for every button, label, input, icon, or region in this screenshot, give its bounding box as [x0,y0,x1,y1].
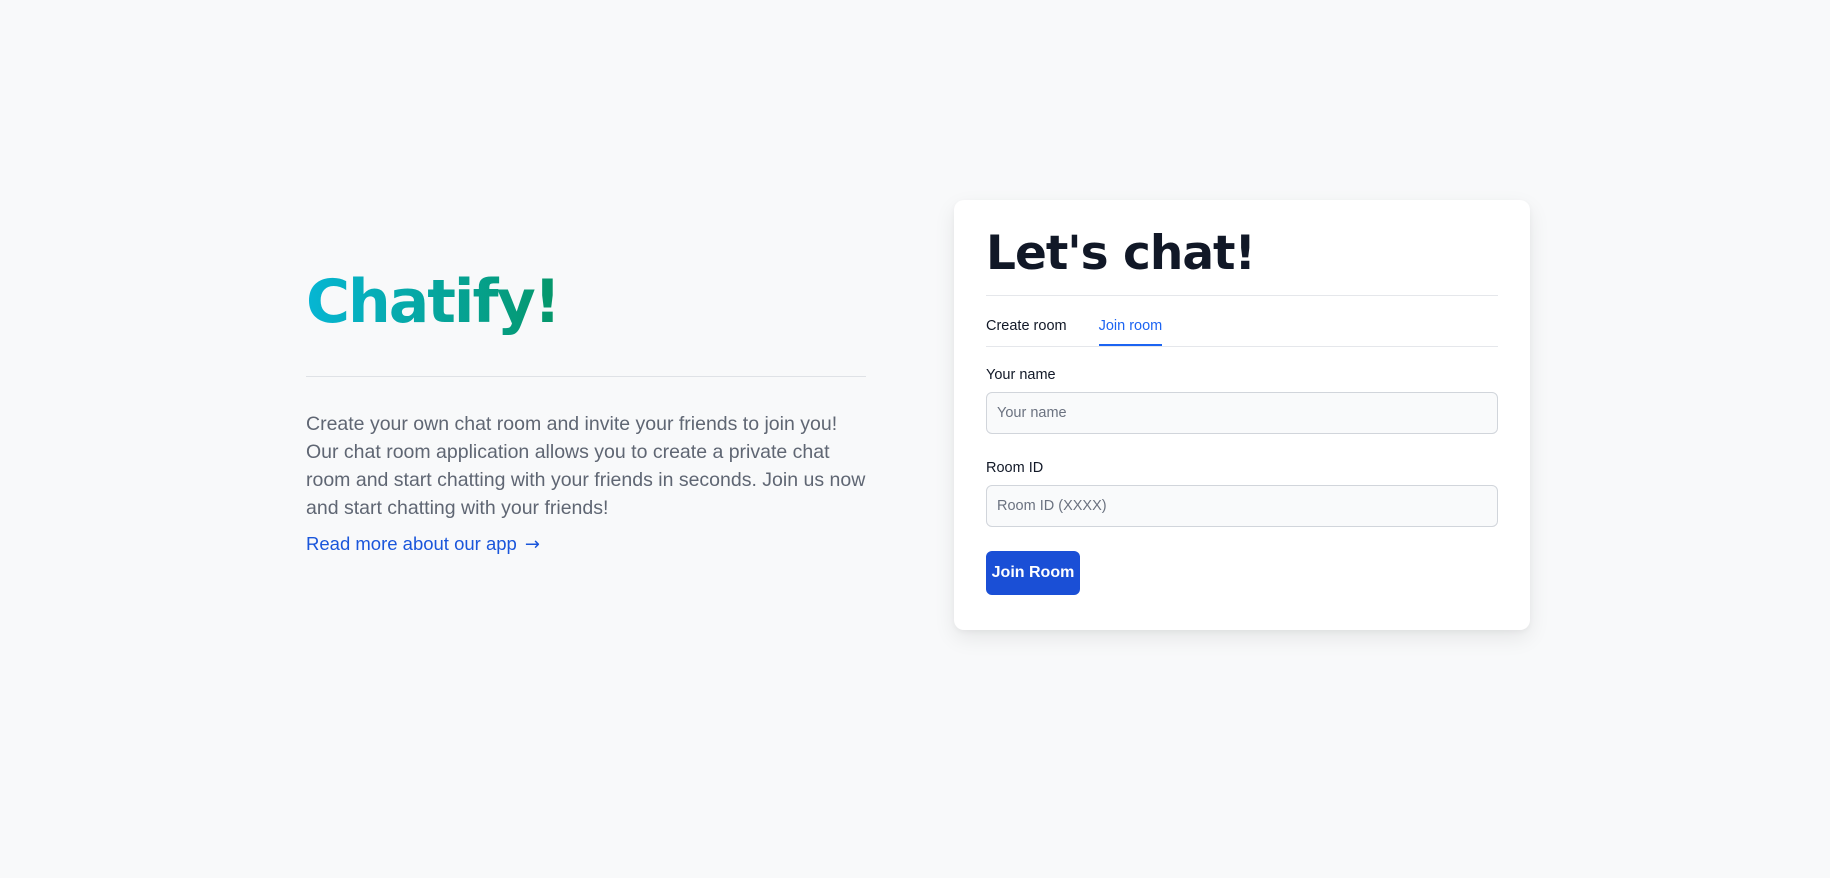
brand-title: Chatify! [306,262,561,342]
tab-create-room[interactable]: Create room [986,312,1067,346]
arrow-right-icon: → [524,533,540,555]
join-room-card: Let's chat! Create room Join room Your n… [954,200,1530,630]
card-title: Let's chat! [986,226,1256,281]
room-tabs: Create room Join room [986,312,1498,347]
card-divider [986,295,1498,296]
tab-join-room[interactable]: Join room [1098,312,1163,346]
name-field-label: Your name [986,367,1056,383]
hero-section: Chatify! Create your own chat room and i… [306,262,866,555]
read-more-link[interactable]: Read more about our app → [306,533,540,555]
join-room-button[interactable]: Join Room [986,551,1080,595]
name-input[interactable] [986,392,1498,434]
hero-divider [306,376,866,377]
read-more-label: Read more about our app [306,533,517,554]
hero-description: Create your own chat room and invite you… [306,413,866,519]
room-id-field-label: Room ID [986,460,1044,476]
room-id-input[interactable] [986,485,1498,527]
